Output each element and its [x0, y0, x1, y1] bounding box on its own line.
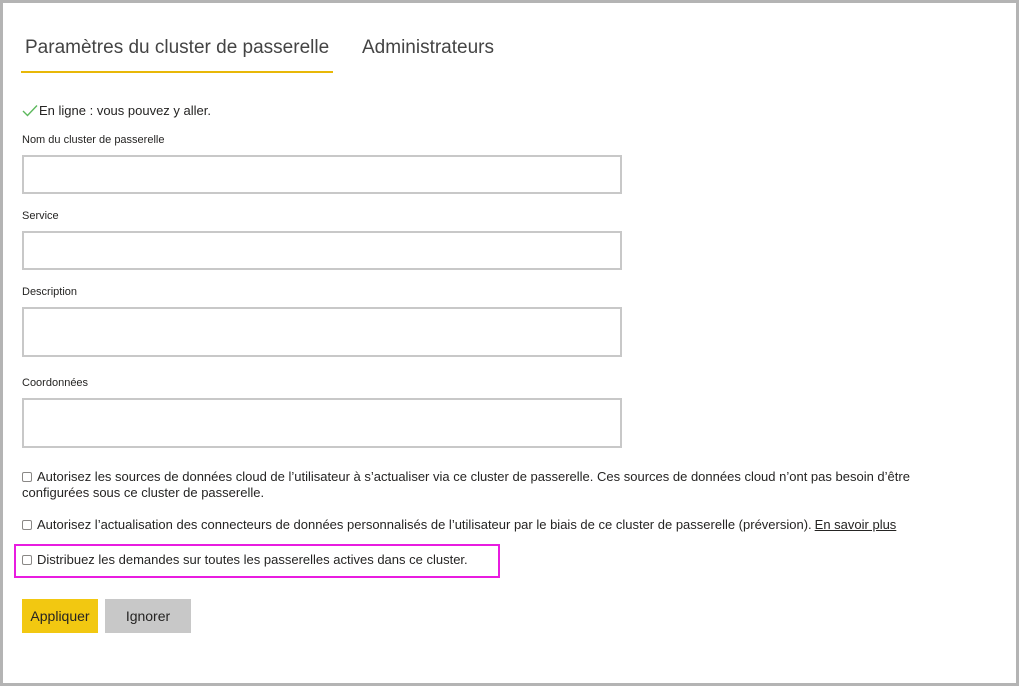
- status-text: En ligne : vous pouvez y aller.: [39, 103, 211, 118]
- description-label: Description: [22, 286, 78, 298]
- cloud-sources-checkbox[interactable]: [22, 472, 32, 482]
- option-custom-connectors: Autorisez l’actualisation des connecteur…: [22, 517, 972, 533]
- tab-cluster-settings[interactable]: Paramètres du cluster de passerelle: [21, 37, 334, 73]
- service-field[interactable]: [22, 231, 622, 270]
- description-field[interactable]: [22, 307, 622, 357]
- option-distribute: Distribuez les demandes sur toutes les p…: [22, 552, 972, 568]
- settings-panel: Paramètres du cluster de passerelle Admi…: [0, 0, 1019, 686]
- tab-administrators[interactable]: Administrateurs: [358, 37, 498, 59]
- status-line: En ligne : vous pouvez y aller.: [22, 103, 211, 118]
- cluster-name-field[interactable]: [22, 155, 622, 194]
- service-label: Service: [22, 210, 59, 222]
- distribute-label: Distribuez les demandes sur toutes les p…: [37, 552, 468, 567]
- cluster-name-label: Nom du cluster de passerelle: [22, 134, 165, 146]
- apply-button[interactable]: Appliquer: [22, 599, 98, 633]
- check-icon: [22, 104, 38, 117]
- ignore-button[interactable]: Ignorer: [105, 599, 191, 633]
- custom-connectors-checkbox[interactable]: [22, 520, 32, 530]
- contact-label: Coordonnées: [22, 377, 89, 389]
- custom-connectors-label: Autorisez l’actualisation des connecteur…: [37, 517, 812, 532]
- contact-field[interactable]: [22, 398, 622, 448]
- option-cloud-sources: Autorisez les sources de données cloud d…: [22, 469, 972, 501]
- learn-more-link[interactable]: En savoir plus: [815, 517, 897, 532]
- cloud-sources-label: Autorisez les sources de données cloud d…: [22, 469, 910, 500]
- distribute-checkbox[interactable]: [22, 555, 32, 565]
